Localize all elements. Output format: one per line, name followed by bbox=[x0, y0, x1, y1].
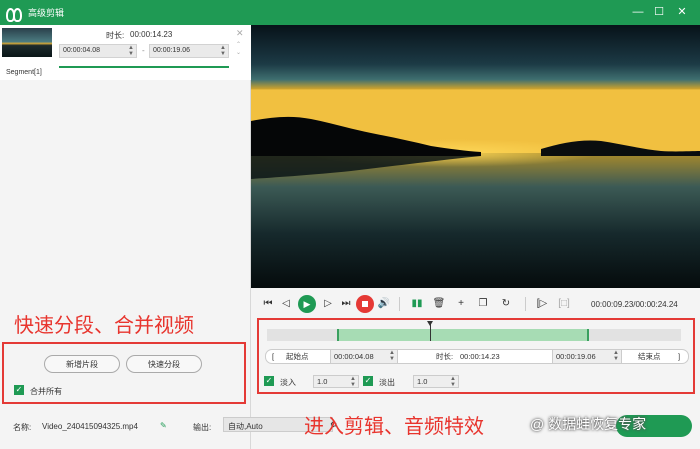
timeline-selection[interactable] bbox=[337, 329, 589, 341]
fade-out-value: 1.0 bbox=[417, 377, 428, 386]
segment-end-input[interactable]: 00:00:19.06 ▲ ▼ bbox=[149, 44, 229, 58]
step-forward-icon[interactable]: ▷ bbox=[321, 298, 335, 309]
window-title: 高级剪辑 bbox=[28, 8, 65, 18]
right-annotation-text: 进入剪辑、音频特效 bbox=[304, 416, 484, 438]
minimize-button[interactable]: — bbox=[632, 6, 644, 18]
bracket-left-icon: [ bbox=[272, 352, 275, 361]
reorder-icon[interactable]: ⌃ ⌄ bbox=[236, 41, 241, 57]
separator bbox=[525, 297, 526, 311]
segment-name: Segment[1] bbox=[6, 69, 42, 76]
reset-icon[interactable]: ↻ bbox=[499, 298, 513, 309]
spinner-icon[interactable]: ▲ ▼ bbox=[613, 350, 619, 362]
fade-out-checkbox[interactable]: ✓ bbox=[363, 376, 373, 386]
segment-start-value: 00:00:04.08 bbox=[63, 47, 100, 54]
skip-start-icon[interactable]: ⏮ bbox=[261, 298, 275, 309]
range-dash: - bbox=[142, 46, 145, 55]
output-label: 输出: bbox=[193, 423, 212, 432]
new-segment-button[interactable]: 新增片段 bbox=[44, 355, 120, 373]
add-icon[interactable]: + bbox=[454, 298, 468, 309]
remove-segment-icon[interactable]: ✕ bbox=[236, 28, 244, 39]
video-frame-image bbox=[251, 25, 700, 288]
mark-in-icon[interactable]: [▷ bbox=[535, 298, 549, 309]
segment-duration-value: 00:00:14.23 bbox=[130, 30, 173, 39]
mark-out-icon[interactable]: [□] bbox=[557, 298, 571, 309]
bottom-bar: 名称: Video_240415094325.mp4 ✎ 输出: 自动,Auto… bbox=[0, 412, 700, 449]
spinner-icon[interactable]: ▲ ▼ bbox=[450, 376, 456, 388]
step-back-icon[interactable]: ◁ bbox=[279, 298, 293, 309]
segment-duration-label: 时长: bbox=[106, 31, 125, 40]
stop-button[interactable] bbox=[356, 295, 374, 313]
segment-end-value: 00:00:19.06 bbox=[153, 47, 190, 54]
segment-progress-bar bbox=[59, 66, 229, 68]
fade-out-label: 淡出 bbox=[379, 378, 395, 387]
close-button[interactable]: ✕ bbox=[676, 6, 688, 18]
end-point-button[interactable]: 结束点 bbox=[638, 350, 661, 363]
start-time-input[interactable]: 00:00:04.08 ▲ ▼ bbox=[330, 350, 398, 363]
segment-card[interactable]: Segment[1] 时长: 00:00:14.23 00:00:04.08 ▲… bbox=[0, 25, 251, 80]
volume-icon[interactable]: 🔊 bbox=[377, 298, 391, 309]
end-time-value: 00:00:19.06 bbox=[556, 352, 596, 361]
output-format-value: 自动,Auto bbox=[228, 422, 263, 431]
app-logo-icon bbox=[6, 7, 22, 22]
quick-split-button[interactable]: 快速分段 bbox=[126, 355, 202, 373]
end-time-input[interactable]: 00:00:19.06 ▲ ▼ bbox=[552, 350, 622, 363]
segment-start-input[interactable]: 00:00:04.08 ▲ ▼ bbox=[59, 44, 137, 58]
video-preview[interactable] bbox=[251, 25, 700, 288]
edit-name-icon[interactable]: ✎ bbox=[160, 421, 167, 430]
trim-duration-label: 时长: bbox=[436, 352, 454, 361]
spinner-icon[interactable]: ▲ ▼ bbox=[350, 376, 356, 388]
start-time-value: 00:00:04.08 bbox=[334, 352, 374, 361]
bracket-right-icon: ] bbox=[678, 352, 681, 361]
left-annotation-text: 快速分段、合并视频 bbox=[14, 315, 194, 337]
play-button[interactable]: ▶ bbox=[298, 295, 316, 313]
skip-end-icon[interactable]: ⏭ bbox=[339, 298, 353, 309]
copy-icon[interactable]: ❐ bbox=[476, 298, 490, 309]
merge-all-label: 合并所有 bbox=[30, 387, 62, 396]
spinner-icon[interactable]: ▲ ▼ bbox=[220, 45, 226, 57]
segment-thumbnail bbox=[2, 28, 52, 57]
time-display: 00:00:09.23/00:00:24.24 bbox=[591, 300, 678, 309]
fade-in-checkbox[interactable]: ✓ bbox=[264, 376, 274, 386]
spinner-icon[interactable]: ▲ ▼ bbox=[128, 45, 134, 57]
trim-duration-value: 00:00:14.23 bbox=[460, 352, 500, 361]
delete-icon[interactable]: 🗑 bbox=[432, 298, 446, 309]
file-name-value: Video_240415094325.mp4 bbox=[42, 422, 138, 431]
spinner-icon[interactable]: ▲ ▼ bbox=[389, 350, 395, 362]
fade-out-input[interactable]: 1.0 ▲ ▼ bbox=[413, 375, 459, 388]
watermark-text: @ 数据蛙恢复专家 bbox=[530, 416, 647, 432]
title-bar: 高级剪辑 — ☐ ✕ bbox=[0, 0, 700, 25]
maximize-button[interactable]: ☐ bbox=[653, 6, 665, 18]
trim-row: [ 起始点 00:00:04.08 ▲ ▼ 时长: 00:00:14.23 00:… bbox=[265, 349, 689, 364]
fade-in-value: 1.0 bbox=[317, 377, 328, 386]
playhead[interactable] bbox=[427, 321, 433, 341]
fade-in-label: 淡入 bbox=[280, 378, 296, 387]
fade-in-input[interactable]: 1.0 ▲ ▼ bbox=[313, 375, 359, 388]
split-icon[interactable]: ▮▮ bbox=[410, 298, 424, 309]
start-point-button[interactable]: 起始点 bbox=[286, 350, 309, 363]
file-name-label: 名称: bbox=[13, 423, 32, 432]
segment-panel: Segment[1] 时长: 00:00:14.23 00:00:04.08 ▲… bbox=[0, 25, 251, 449]
separator bbox=[399, 297, 400, 311]
merge-all-checkbox[interactable]: ✓ bbox=[14, 385, 24, 395]
